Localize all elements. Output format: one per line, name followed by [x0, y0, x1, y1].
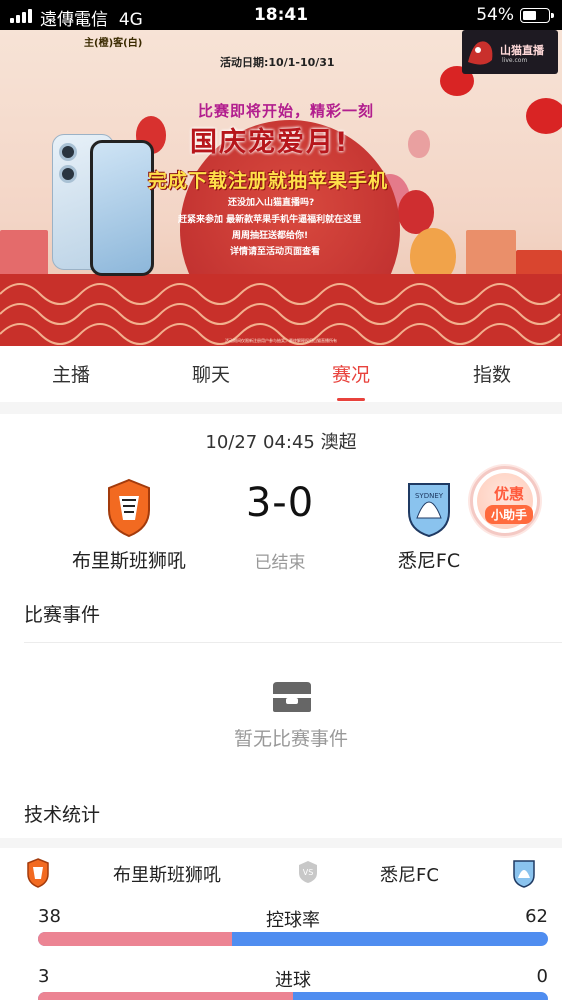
- promo-line: 还没加入山猫直播吗?: [228, 198, 315, 208]
- away-team-name: 悉尼FC: [397, 550, 461, 572]
- battery-percent: 54%: [476, 5, 514, 25]
- tab-chat[interactable]: 聊天: [171, 360, 251, 387]
- brisbane-roar-crest-icon: [27, 858, 49, 888]
- promo-line: 详情请至活动页面查看: [230, 247, 321, 257]
- inbox-tray-icon: [273, 682, 311, 712]
- brisbane-roar-crest-icon: [108, 478, 150, 538]
- stat-away-value: 0: [536, 966, 548, 987]
- no-events-text: 暂无比赛事件: [233, 728, 348, 750]
- section-gap: [0, 838, 562, 848]
- stats-away-team: 悉尼FC: [380, 865, 439, 886]
- tab-bar: 主播 聊天 赛况 指数: [0, 346, 562, 402]
- sydney-fc-crest-icon: [513, 860, 535, 888]
- promo-slogan: 完成下载注册就抽苹果手机: [148, 170, 389, 192]
- tab-odds[interactable]: 指数: [452, 360, 532, 387]
- stats-home-team: 布里斯班狮吼: [113, 865, 221, 886]
- divider: [24, 642, 562, 643]
- tab-match-status[interactable]: 赛况: [311, 360, 391, 387]
- score: 3-0: [245, 480, 315, 526]
- wave-pattern-decoration: [0, 274, 562, 346]
- promo-line: 周周抽狂送都给你!: [232, 231, 309, 241]
- status-bar: 遠傳電信 4G 18:41 54%: [0, 0, 562, 30]
- events-section-title: 比赛事件: [24, 604, 101, 626]
- shanmao-live-logo: 山猫直播 live.com: [462, 30, 558, 74]
- match-datetime-league: 10/27 04:45 澳超: [205, 432, 357, 453]
- stat-bar: [38, 932, 548, 946]
- stat-bar-home: [38, 932, 232, 946]
- stat-bar-home: [38, 992, 293, 1000]
- tab-streamer[interactable]: 主播: [31, 360, 111, 387]
- svg-text:SYDNEY: SYDNEY: [415, 492, 444, 500]
- vs-badge-icon: VS: [299, 861, 317, 883]
- promo-fine-print: 活动期间仅限新注册用户参与抽奖，最终解释权归山猫直播所有: [225, 338, 337, 343]
- svg-text:VS: VS: [303, 868, 314, 877]
- match-status: 已结束: [254, 553, 306, 573]
- discount-helper-button[interactable]: 优惠 小助手: [470, 466, 540, 536]
- cat-mascot-icon: [468, 41, 493, 65]
- stat-label: 进球: [275, 970, 311, 991]
- promo-banner[interactable]: 主(橙)客(白) 活动日期:10/1-10/31 山猫直播 live.com 比…: [0, 30, 562, 346]
- promo-subtitle: 比赛即将开始，精彩一刻: [198, 102, 375, 120]
- home-team-name: 布里斯班狮吼: [71, 550, 186, 572]
- section-gap: [0, 402, 562, 414]
- stat-label: 控球率: [266, 910, 320, 931]
- stat-bar: [38, 992, 548, 1000]
- sydney-fc-crest-icon: SYDNEY: [408, 483, 450, 538]
- battery-icon: [520, 8, 554, 23]
- stat-away-value: 62: [525, 906, 548, 927]
- iphone-front-image: [90, 140, 154, 276]
- stats-section-title: 技术统计: [24, 804, 101, 826]
- home-away-note: 主(橙)客(白): [84, 38, 143, 49]
- promo-date: 活动日期:10/1-10/31: [220, 56, 335, 69]
- active-tab-indicator: [337, 398, 365, 401]
- promo-line: 赶紧来参加 最新款苹果手机牛逼福利就在这里: [178, 215, 362, 225]
- promo-headline: 国庆宠爱月!: [190, 127, 350, 158]
